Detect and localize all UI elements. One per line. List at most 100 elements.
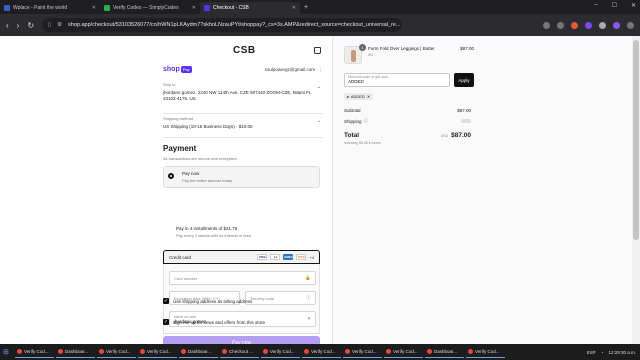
taskbar-item[interactable]: Verify Cod... <box>97 346 136 358</box>
url-field[interactable]: ▯ ⚙ shop.app/checkout/53103526077/cn/hWN… <box>42 18 403 32</box>
minimize-icon[interactable]: – <box>594 2 597 9</box>
help-icon[interactable]: ⓘ <box>364 118 369 124</box>
share-icon[interactable] <box>557 21 564 29</box>
taskbar-item-label: Dashboar... <box>65 349 89 354</box>
discount-tag: ⬧ ADDED ✕ <box>344 93 374 100</box>
taskbar-item-label: Verify Cod... <box>352 349 377 354</box>
extension-icon[interactable] <box>585 21 592 29</box>
card-number-placeholder: Card number <box>174 275 198 281</box>
taskbar-item[interactable]: Dashboar... <box>179 346 218 358</box>
zoom-icon[interactable] <box>543 21 550 29</box>
taskbar-item[interactable]: Verify Cod... <box>138 346 177 358</box>
app-icon <box>17 349 22 354</box>
radio-selected-icon[interactable] <box>168 173 174 179</box>
start-icon[interactable]: ⊞ <box>3 348 13 356</box>
pay-now-desc: Pay the entire amount today <box>182 178 233 183</box>
clear-icon[interactable]: ✕ <box>307 316 311 322</box>
tab-title: Wplace - Paint the world <box>13 5 68 11</box>
taskbar-item[interactable]: Verify Cod... <box>302 346 341 358</box>
help-icon[interactable]: ⓘ <box>307 295 312 301</box>
card-brands: VISA ●● AMEX DISC +4 <box>257 254 314 260</box>
discount-field[interactable]: Discount code or gift card ADDED <box>344 73 450 87</box>
forward-icon[interactable]: › <box>17 21 20 30</box>
extensions <box>543 21 634 29</box>
taskbar-item-label: Dashboar... <box>188 349 212 354</box>
menu-icon[interactable] <box>627 21 634 29</box>
apply-button[interactable]: Apply <box>454 73 474 87</box>
product-name: Form Fold Over Leggings | Butter <box>368 46 435 51</box>
security-code-field[interactable]: Security code ⓘ <box>245 291 316 305</box>
maximize-icon[interactable]: ☐ <box>612 2 617 9</box>
tab-checkout[interactable]: Checkout - CSB ✕ <box>200 2 300 14</box>
bookmark-icon[interactable]: ▯ <box>48 22 51 28</box>
billing-checkbox-row[interactable]: ✓ Use shipping address as billing addres… <box>163 298 252 304</box>
taskbar-item[interactable]: Verify Cod... <box>261 346 300 358</box>
credit-card-option[interactable]: Credit card VISA ●● AMEX DISC +4 <box>163 250 320 264</box>
pay-now-button[interactable]: Pay now <box>163 336 320 344</box>
extension-icon[interactable] <box>571 21 578 29</box>
lock-icon: 🔒 <box>305 275 311 280</box>
cart-icon[interactable] <box>314 47 321 54</box>
remove-discount-icon[interactable]: ✕ <box>367 94 370 99</box>
close-window-icon[interactable]: ✕ <box>631 2 636 9</box>
subtotal-value: $87.00 <box>457 108 471 113</box>
profile-avatar[interactable] <box>613 21 620 29</box>
close-icon[interactable]: ✕ <box>192 5 196 11</box>
checkbox-checked-icon[interactable]: ✓ <box>163 298 169 304</box>
app-icon <box>181 349 186 354</box>
taskbar-item-label: Verify Cod... <box>24 349 49 354</box>
total-label: Total <box>344 132 360 139</box>
pay-now-option[interactable]: Pay now Pay the entire amount today <box>163 166 320 188</box>
installments-option[interactable]: Pay in 4 installments of $21.75 Pay ever… <box>163 226 320 246</box>
taskbar: ⊞ Verify Cod... Dashboar... Verify Cod..… <box>0 344 640 360</box>
taskbar-item[interactable]: Verify Cod... <box>466 346 505 358</box>
language-indicator[interactable]: ESP <box>587 350 596 355</box>
more-options-icon[interactable]: ⋮ <box>318 67 323 73</box>
back-icon[interactable]: ‹ <box>6 21 9 30</box>
signup-checkbox-row[interactable]: ✓ Sign me up for news and offers from th… <box>163 319 265 325</box>
payment-subtitle: All transactions are secure and encrypte… <box>163 156 238 161</box>
chevron-down-icon[interactable]: ⌄ <box>317 84 321 90</box>
installments-desc: Pay every 2 weeks with no interest or fe… <box>176 233 251 238</box>
ship-to-section[interactable]: Ship to jhordano gomez, 2240 NW 114th Av… <box>163 82 323 114</box>
security-code-placeholder: Security code <box>250 295 275 301</box>
shipping-method-label: Shipping method <box>163 116 194 121</box>
shop-pay-badge: Pay <box>180 66 192 73</box>
app-icon <box>140 349 145 354</box>
taskbar-item[interactable]: Verify Cod... <box>343 346 382 358</box>
tab-bar: Wplace - Paint the world ✕ Verify Codes … <box>0 0 640 14</box>
taskbar-item[interactable]: Dashboar... <box>425 346 464 358</box>
card-number-field[interactable]: Card number 🔒 <box>169 271 316 285</box>
taskbar-item[interactable]: Checkout ... <box>220 346 259 358</box>
close-icon[interactable]: ✕ <box>292 5 296 11</box>
chevron-down-icon[interactable]: ⌄ <box>317 118 321 124</box>
taskbar-item[interactable]: Verify Cod... <box>384 346 423 358</box>
app-icon <box>304 349 309 354</box>
visa-icon: VISA <box>257 254 268 260</box>
reload-icon[interactable]: ↻ <box>27 21 34 30</box>
shipping-method-section[interactable]: Shipping method US Shipping (10-15 Busin… <box>163 116 323 138</box>
discover-icon: DISC <box>296 254 307 260</box>
store-logo[interactable]: CSB <box>233 45 256 56</box>
shop-pay-row: shop Pay soulpowergz@gmail.com ⋮ <box>163 66 323 73</box>
scrollbar-thumb[interactable] <box>633 40 639 240</box>
wifi-icon[interactable]: ◔ <box>601 350 604 355</box>
amex-icon: AMEX <box>283 254 294 260</box>
tab-verify-codes[interactable]: Verify Codes — SimplyCodes ✕ <box>100 2 200 14</box>
order-summary: 1 Form Fold Over Leggings | Butter XS $8… <box>344 44 474 145</box>
site-info-icon[interactable]: ⚙ <box>57 22 62 28</box>
app-icon <box>386 349 391 354</box>
clock[interactable]: 12:29:30 a.m. <box>608 350 636 355</box>
new-tab-icon[interactable]: + <box>304 4 308 11</box>
tab-wplace[interactable]: Wplace - Paint the world ✕ <box>0 2 100 14</box>
taskbar-item[interactable]: Dashboar... <box>56 346 95 358</box>
extension-icon[interactable] <box>599 21 606 29</box>
ship-to-label: Ship to <box>163 82 176 87</box>
app-icon <box>99 349 104 354</box>
checkbox-checked-icon[interactable]: ✓ <box>163 319 169 325</box>
taskbar-item-label: Verify Cod... <box>147 349 172 354</box>
close-icon[interactable]: ✕ <box>92 5 96 11</box>
taskbar-item[interactable]: Verify Cod... <box>15 346 54 358</box>
column-divider <box>332 36 333 344</box>
more-brands: +4 <box>309 254 314 260</box>
